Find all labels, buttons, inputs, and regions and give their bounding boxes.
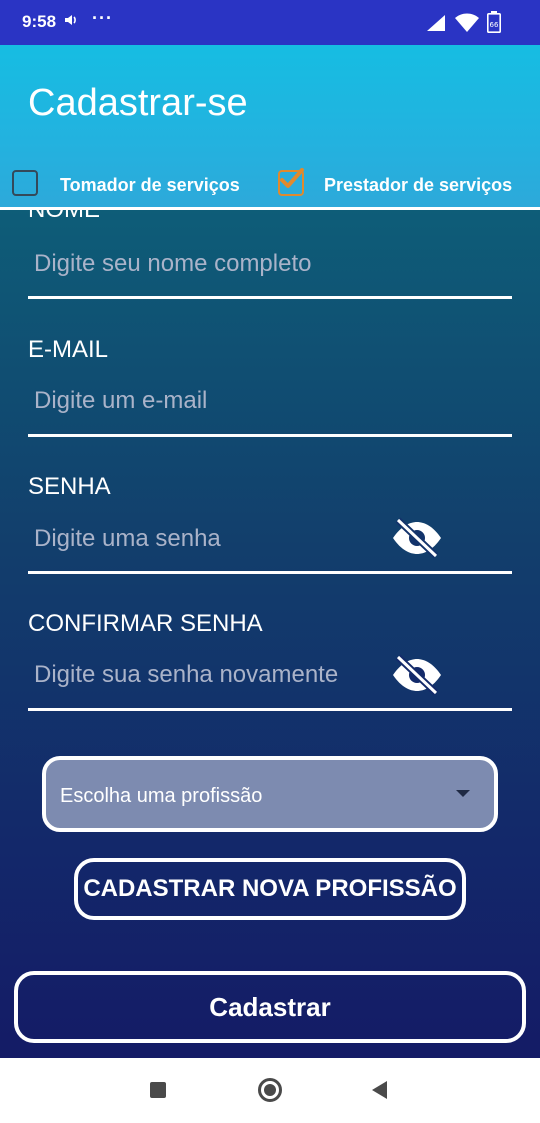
home-circle-icon[interactable]	[258, 1078, 282, 1102]
recent-apps-square-icon[interactable]	[150, 1082, 166, 1098]
senha-label: SENHA	[28, 473, 111, 500]
email-underline	[28, 434, 512, 437]
app-header: Cadastrar-se Tomador de serviços Prestad…	[0, 45, 540, 210]
status-bar: 9:58 ··· 66	[0, 0, 540, 45]
cell-signal-icon	[426, 14, 446, 37]
checkbox-prestador-label[interactable]: Prestador de serviços	[324, 175, 512, 196]
confirmar-senha-visibility-toggle-icon[interactable]	[390, 653, 444, 697]
checkbox-prestador[interactable]	[278, 168, 304, 196]
nome-input[interactable]	[28, 242, 512, 286]
battery-level: 66	[490, 21, 499, 29]
senha-underline	[28, 571, 512, 574]
senha-visibility-toggle-icon[interactable]	[390, 516, 444, 560]
email-input[interactable]	[28, 379, 512, 423]
user-type-selector: Tomador de serviços Prestador de serviço…	[0, 168, 540, 200]
registration-form: NOME E-MAIL SENHA CONFIRMAR SENHA Escolh…	[0, 210, 540, 1058]
profissao-select-value: Escolha uma profissão	[60, 785, 263, 807]
profissao-select[interactable]: Escolha uma profissão	[42, 756, 498, 832]
checkmark-icon	[280, 168, 304, 188]
volume-icon	[64, 13, 78, 32]
back-triangle-icon[interactable]	[372, 1081, 387, 1099]
checkbox-tomador[interactable]	[12, 170, 38, 196]
navigation-bar	[0, 1058, 540, 1123]
status-time: 9:58	[22, 12, 57, 31]
battery-icon: 66	[487, 11, 501, 38]
more-notifications-icon: ···	[92, 8, 113, 28]
cadastrar-button[interactable]: Cadastrar	[14, 971, 526, 1043]
confirmar-senha-underline	[28, 708, 512, 711]
checkbox-tomador-label[interactable]: Tomador de serviços	[60, 175, 240, 196]
dropdown-arrow-icon	[456, 790, 470, 797]
nome-underline	[28, 296, 512, 299]
cadastrar-nova-profissao-button[interactable]: CADASTRAR NOVA PROFISSÃO	[74, 858, 466, 920]
confirmar-senha-label: CONFIRMAR SENHA	[28, 610, 263, 637]
wifi-icon	[454, 13, 480, 38]
email-label: E-MAIL	[28, 336, 109, 363]
page-title: Cadastrar-se	[28, 82, 248, 124]
nome-label: NOME	[28, 210, 100, 224]
